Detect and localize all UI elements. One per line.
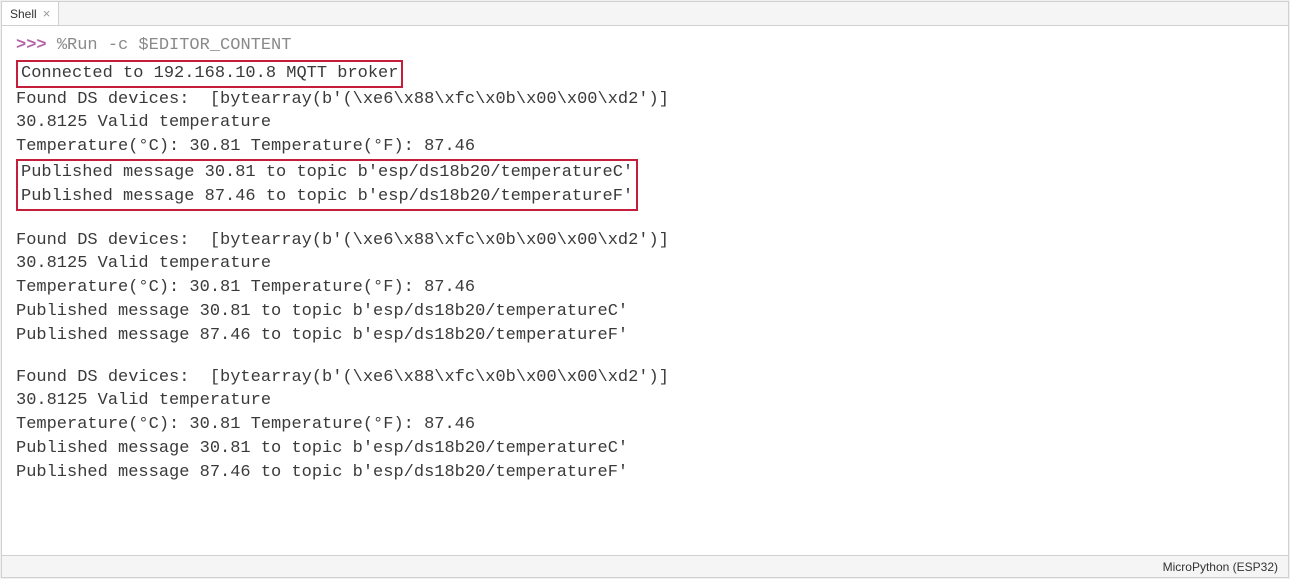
interpreter-label[interactable]: MicroPython (ESP32) [1163, 560, 1278, 574]
prompt-command: %Run -c $EDITOR_CONTENT [57, 36, 292, 55]
highlight-connected: Connected to 192.168.10.8 MQTT broker [16, 60, 403, 88]
close-icon[interactable]: × [43, 7, 51, 20]
prompt-chevrons: >>> [16, 36, 47, 55]
valid-temp-line: 30.8125 Valid temperature [16, 252, 1274, 276]
tab-bar: Shell × [2, 2, 1288, 26]
found-devices-line: Found DS devices: [bytearray(b'(\xe6\x88… [16, 229, 1274, 253]
output-block-3: Found DS devices: [bytearray(b'(\xe6\x88… [16, 366, 1274, 485]
found-devices-line: Found DS devices: [bytearray(b'(\xe6\x88… [16, 366, 1274, 390]
found-devices-line: Found DS devices: [bytearray(b'(\xe6\x88… [16, 88, 1274, 112]
shell-panel: Shell × >>> %Run -c $EDITOR_CONTENT Conn… [1, 1, 1289, 578]
published-c-line: Published message 30.81 to topic b'esp/d… [16, 300, 1274, 324]
prompt-line: >>> %Run -c $EDITOR_CONTENT [16, 34, 1274, 58]
valid-temp-line: 30.8125 Valid temperature [16, 389, 1274, 413]
tab-label: Shell [10, 7, 37, 21]
temperature-line: Temperature(°C): 30.81 Temperature(°F): … [16, 276, 1274, 300]
published-c-line: Published message 30.81 to topic b'esp/d… [16, 437, 1274, 461]
temperature-line: Temperature(°C): 30.81 Temperature(°F): … [16, 135, 1274, 159]
temperature-line: Temperature(°C): 30.81 Temperature(°F): … [16, 413, 1274, 437]
shell-output-area[interactable]: >>> %Run -c $EDITOR_CONTENT Connected to… [2, 26, 1288, 555]
status-bar: MicroPython (ESP32) [2, 555, 1288, 577]
output-block-1: Connected to 192.168.10.8 MQTT broker Fo… [16, 60, 1274, 211]
published-f-line: Published message 87.46 to topic b'esp/d… [16, 461, 1274, 485]
published-f-line: Published message 87.46 to topic b'esp/d… [16, 324, 1274, 348]
published-f-line: Published message 87.46 to topic b'esp/d… [21, 185, 633, 209]
connected-line: Connected to 192.168.10.8 MQTT broker [16, 60, 1274, 88]
output-block-2: Found DS devices: [bytearray(b'(\xe6\x88… [16, 229, 1274, 348]
highlight-published: Published message 30.81 to topic b'esp/d… [16, 159, 1274, 211]
valid-temp-line: 30.8125 Valid temperature [16, 111, 1274, 135]
published-c-line: Published message 30.81 to topic b'esp/d… [21, 161, 633, 185]
tab-shell[interactable]: Shell × [2, 2, 59, 25]
